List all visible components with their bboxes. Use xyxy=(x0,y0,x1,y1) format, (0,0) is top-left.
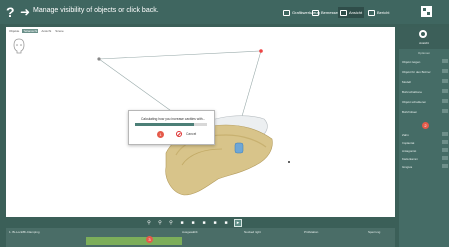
toggle[interactable] xyxy=(442,132,448,136)
tool-measure[interactable]: Bemessen xyxy=(312,7,340,18)
right-panel-header: Ansicht xyxy=(399,27,449,49)
option-label: Objekt für den Bohrer xyxy=(402,70,431,74)
option-label: Kieferkamm xyxy=(402,157,419,161)
stop-icon[interactable] xyxy=(176,131,182,137)
view-icon xyxy=(340,9,347,16)
option-row[interactable]: Objekt zeigen xyxy=(402,59,448,64)
tool-report-label: Bericht xyxy=(377,10,390,15)
option-label: Implantat xyxy=(402,141,415,145)
option-row[interactable]: Gingiva xyxy=(402,164,448,169)
bottom-heading-5: Sperrung xyxy=(368,230,381,234)
toggle[interactable] xyxy=(442,79,448,83)
select-icon[interactable]: ▸ xyxy=(234,219,242,227)
toggle[interactable] xyxy=(442,99,448,103)
option-label: Zahn xyxy=(402,133,409,137)
bottom-heading-4: Prüfstation xyxy=(304,230,319,234)
option-label: Objekt schattieren xyxy=(402,100,427,104)
arrow-right-icon: ➜ xyxy=(20,5,31,19)
bottom-heading-3: Nocked right xyxy=(244,230,261,234)
tool-view-label: Ansicht xyxy=(349,10,363,15)
option-row[interactable]: Bohrschablone xyxy=(402,89,448,94)
view-bottom-icon[interactable]: ■ xyxy=(223,220,229,226)
bottom-green-bar[interactable] xyxy=(86,237,182,245)
tool-view[interactable]: Ansicht xyxy=(338,7,365,18)
gear-icon[interactable] xyxy=(419,30,427,38)
right-panel: Ansicht Optionen Objekt zeigen Objekt fü… xyxy=(399,27,449,247)
view-right-icon[interactable]: ■ xyxy=(201,220,207,226)
progress-bar xyxy=(135,123,207,126)
toggle[interactable] xyxy=(442,140,448,144)
view-left-icon[interactable]: ■ xyxy=(190,220,196,226)
option-label: Gingiva xyxy=(402,165,413,169)
option-label: Objekt zeigen xyxy=(402,60,421,64)
toggle[interactable] xyxy=(442,148,448,152)
progress-message: Calculating how you increase cavities wi… xyxy=(141,117,206,121)
bottom-heading-2: Ausgewählt xyxy=(182,230,198,234)
option-label: Modell xyxy=(402,80,411,84)
step-badge: 1 xyxy=(157,131,164,138)
toggle[interactable] xyxy=(442,59,448,63)
option-label: Bohrschablone xyxy=(402,90,423,94)
option-row[interactable]: Implantat xyxy=(402,140,448,145)
toggle[interactable] xyxy=(442,156,448,160)
tool-report[interactable]: Bericht xyxy=(368,7,389,18)
progress-dialog: Calculating how you increase cavities wi… xyxy=(128,110,215,145)
toggle[interactable] xyxy=(442,69,448,73)
view-front-icon[interactable]: ■ xyxy=(179,220,185,226)
pencil-icon xyxy=(283,9,290,16)
option-row[interactable]: Modell xyxy=(402,79,448,84)
progress-fill xyxy=(135,123,195,126)
bottom-step-badge: 3 xyxy=(146,236,153,243)
ruler-icon xyxy=(312,9,319,16)
toggle[interactable] xyxy=(442,89,448,93)
option-row[interactable]: Objekt für den Bohrer xyxy=(402,69,448,74)
option-row[interactable]: Antagonist xyxy=(402,148,448,153)
page-title: Manage visibility of objects or click ba… xyxy=(33,7,159,14)
zoom-out-icon[interactable]: ⚲ xyxy=(157,220,163,226)
bottom-heading-1: 1. Bi-Lock/Bi-Clamping xyxy=(9,230,40,234)
option-label: Antagonist xyxy=(402,149,417,153)
option-row[interactable]: Bohrhülsen xyxy=(402,109,448,114)
right-panel-subtitle: Optionen xyxy=(417,51,431,55)
right-panel-title: Ansicht xyxy=(419,41,429,45)
cancel-button[interactable]: Cancel xyxy=(186,132,196,136)
view-toolbar: ⚲ ⚲ ⚲ ■ ■ ■ ■ ■ ▸ xyxy=(146,219,242,227)
help-button[interactable]: ? xyxy=(6,4,15,20)
3d-viewport[interactable]: Objekte Teilansicht Ansicht Szene Calcul… xyxy=(6,27,395,217)
toggle[interactable] xyxy=(442,164,448,168)
option-label: Bohrhülsen xyxy=(402,110,418,114)
toggle[interactable] xyxy=(442,109,448,113)
view-top-icon[interactable]: ■ xyxy=(212,220,218,226)
top-bar: ? ➜ Manage visibility of objects or clic… xyxy=(0,0,449,24)
option-row[interactable]: Kieferkamm xyxy=(402,156,448,161)
app-logo xyxy=(421,6,432,17)
option-row[interactable]: Objekt schattieren xyxy=(402,99,448,104)
report-icon xyxy=(368,9,375,16)
option-row[interactable]: Zahn xyxy=(402,132,448,137)
zoom-in-icon[interactable]: ⚲ xyxy=(146,220,152,226)
zoom-fit-icon[interactable]: ⚲ xyxy=(168,220,174,226)
bottom-panel: 1. Bi-Lock/Bi-Clamping Ausgewählt Nocked… xyxy=(6,228,395,247)
panel-step-badge: 2 xyxy=(422,122,429,129)
